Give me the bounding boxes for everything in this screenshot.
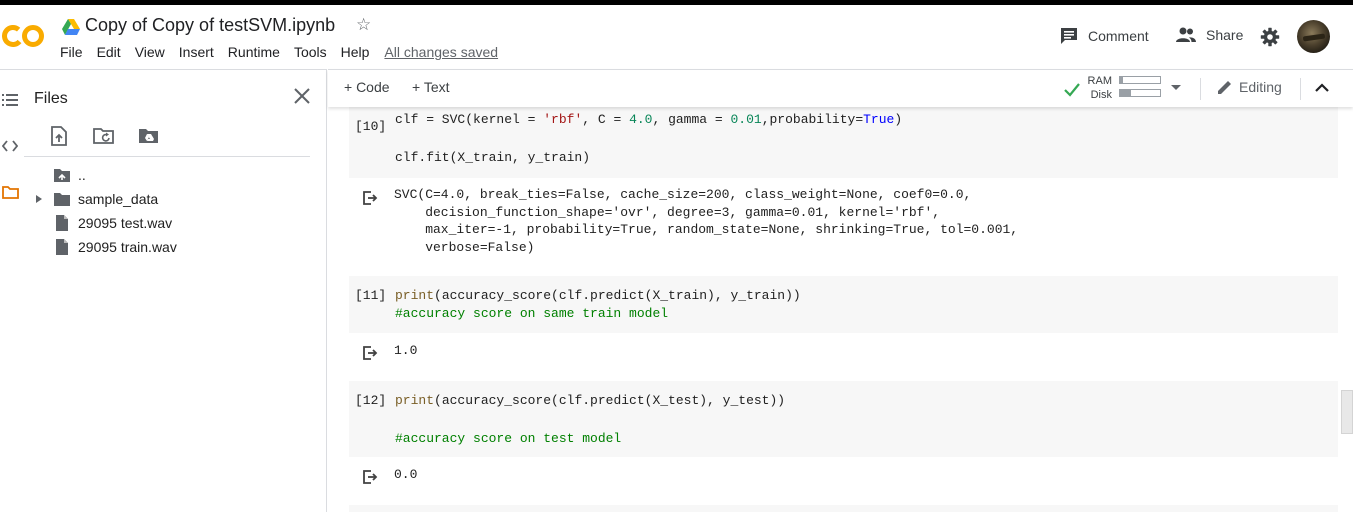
disk-usage-bar <box>1119 89 1161 97</box>
save-status-link[interactable]: All changes saved <box>384 44 498 60</box>
output-icon[interactable] <box>362 469 378 485</box>
sidebar-rail <box>0 69 24 512</box>
code-cell[interactable]: [12] print(accuracy_score(clf.predict(X_… <box>349 381 1338 457</box>
cell-prompt: [10] <box>355 119 387 134</box>
files-panel-title: Files <box>34 90 68 107</box>
tree-item-parent[interactable]: .. <box>32 164 86 186</box>
connected-check-icon <box>1064 83 1080 97</box>
code-snippets-icon[interactable] <box>0 136 20 156</box>
upload-file-icon[interactable] <box>48 125 70 147</box>
cell-prompt: [11] <box>355 288 387 303</box>
comment-label: Comment <box>1088 28 1149 44</box>
editing-label: Editing <box>1239 79 1282 95</box>
tree-item-train-wav[interactable]: 29095 train.wav <box>32 236 177 258</box>
files-panel: Files .. sample_data 29095 test.wav 2909… <box>24 69 327 512</box>
file-icon <box>54 239 70 255</box>
close-icon[interactable] <box>292 86 312 106</box>
file-icon <box>54 215 70 231</box>
colab-logo[interactable] <box>2 22 46 50</box>
tree-item-label: sample_data <box>78 191 159 207</box>
files-divider <box>24 156 310 157</box>
ram-usage-fill <box>1120 77 1124 83</box>
cell-prompt: [12] <box>355 393 387 408</box>
share-icon <box>1176 27 1196 42</box>
comment-icon <box>1061 28 1077 44</box>
disk-label: Disk <box>1090 89 1112 101</box>
files-folder-icon[interactable] <box>0 182 20 202</box>
add-code-button[interactable]: + Code <box>344 79 390 95</box>
output-icon[interactable] <box>362 345 378 361</box>
toolbar-divider <box>1200 78 1201 100</box>
notebook-title[interactable]: Copy of Copy of testSVM.ipynb <box>85 15 335 36</box>
files-toolbar <box>48 125 183 147</box>
disk-usage-fill <box>1120 90 1132 96</box>
code-line: print(accuracy_score(clf.predict(X_train… <box>395 288 801 303</box>
menu-tools[interactable]: Tools <box>294 44 327 60</box>
cell-output: 0.0 <box>394 467 418 482</box>
code-line: #accuracy score on same train model <box>395 306 669 321</box>
code-cell[interactable]: [10] clf = SVC(kernel = 'rbf', C = 4.0, … <box>349 107 1338 178</box>
cell-output: SVC(C=4.0, break_ties=False, cache_size=… <box>394 187 1019 255</box>
mount-drive-icon[interactable] <box>138 125 160 147</box>
menu-runtime[interactable]: Runtime <box>228 44 280 60</box>
notebook-toolbar: + Code + Text RAM Disk Editing <box>328 69 1353 107</box>
scrollbar-thumb[interactable] <box>1341 390 1353 434</box>
menu-help[interactable]: Help <box>341 44 370 60</box>
tree-item-label: .. <box>78 167 86 183</box>
toc-icon[interactable] <box>0 90 20 110</box>
chevron-up-icon[interactable] <box>1314 80 1330 96</box>
refresh-folder-icon[interactable] <box>93 125 115 147</box>
toolbar-divider <box>1300 78 1301 100</box>
share-label: Share <box>1206 27 1244 43</box>
tree-item-label: 29095 test.wav <box>78 215 173 231</box>
gear-icon[interactable] <box>1260 27 1280 47</box>
expand-arrow-icon[interactable] <box>32 195 46 203</box>
code-cell[interactable]: [11] print(accuracy_score(clf.predict(X_… <box>349 276 1338 333</box>
code-line: #accuracy score on test model <box>395 431 622 446</box>
tree-item-label: 29095 train.wav <box>78 239 177 255</box>
menu-view[interactable]: View <box>135 44 165 60</box>
menu-bar: File Edit View Insert Runtime Tools Help… <box>60 44 498 60</box>
code-line: clf = SVC(kernel = 'rbf', C = 4.0, gamma… <box>395 112 903 127</box>
drive-icon[interactable] <box>62 19 80 35</box>
comment-button[interactable]: Comment <box>1060 27 1149 45</box>
avatar[interactable] <box>1297 20 1330 53</box>
menu-edit[interactable]: Edit <box>97 44 121 60</box>
menu-file[interactable]: File <box>60 44 83 60</box>
code-line: print(accuracy_score(clf.predict(X_test)… <box>395 393 786 408</box>
resource-labels: RAM Disk <box>1086 74 1112 102</box>
pencil-icon <box>1218 81 1231 94</box>
tree-item-test-wav[interactable]: 29095 test.wav <box>32 212 172 234</box>
output-icon[interactable] <box>362 190 378 206</box>
resource-monitor[interactable] <box>1119 76 1161 102</box>
share-button[interactable]: Share <box>1176 27 1243 43</box>
ram-label: RAM <box>1087 75 1112 87</box>
add-text-button[interactable]: + Text <box>412 79 450 95</box>
folder-icon <box>54 191 70 207</box>
upload-folder-icon <box>54 167 70 183</box>
cell-output: 1.0 <box>394 343 418 358</box>
star-icon[interactable]: ☆ <box>356 15 371 35</box>
code-cell[interactable] <box>349 505 1338 512</box>
tree-item-sample-data[interactable]: sample_data <box>32 188 158 210</box>
editing-mode-button[interactable]: Editing <box>1217 79 1282 95</box>
menu-insert[interactable]: Insert <box>179 44 214 60</box>
ram-usage-bar <box>1119 76 1161 84</box>
chevron-down-icon[interactable] <box>1171 85 1181 90</box>
app-header: Copy of Copy of testSVM.ipynb ☆ File Edi… <box>0 5 1353 69</box>
notebook-area: [10] clf = SVC(kernel = 'rbf', C = 4.0, … <box>328 107 1353 512</box>
code-line: clf.fit(X_train, y_train) <box>395 150 591 165</box>
